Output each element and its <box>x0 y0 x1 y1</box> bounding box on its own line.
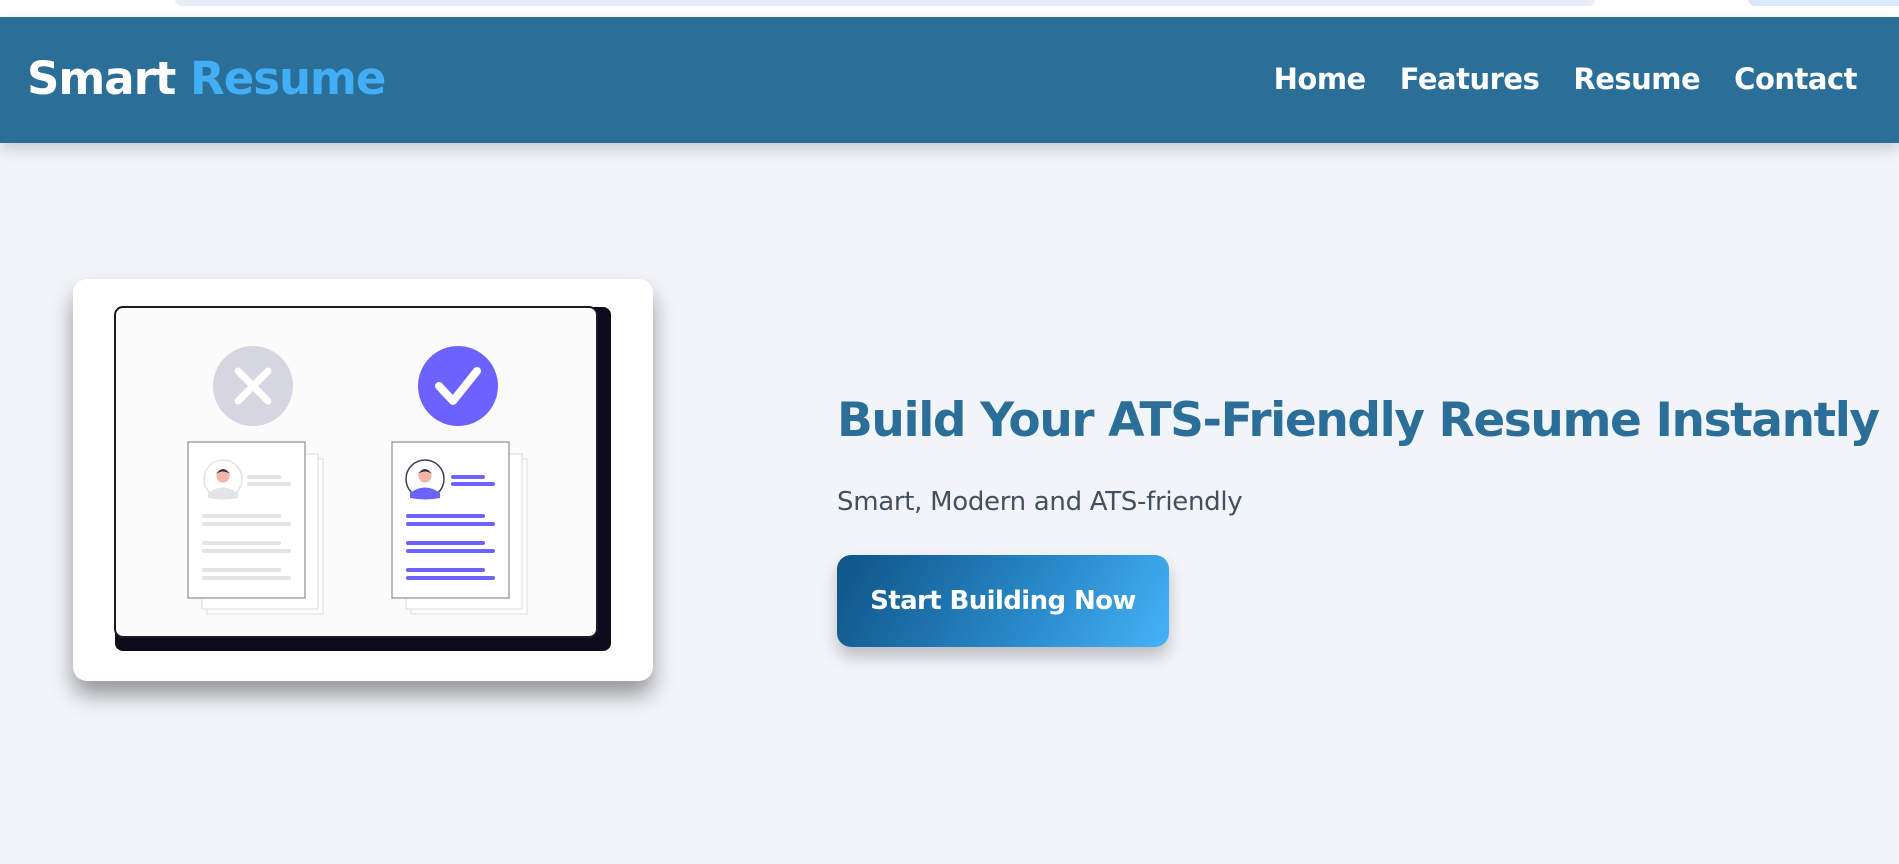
nav-home-link[interactable]: Home <box>1274 61 1367 97</box>
ats-comparison-illustration <box>114 306 611 651</box>
logo-text-resume: Resume <box>190 52 386 105</box>
browser-button-remnant <box>1748 0 1899 6</box>
logo-text-smart: Smart <box>27 52 176 105</box>
nav-features-link[interactable]: Features <box>1400 61 1540 97</box>
main-nav: Home Features Resume Contact <box>1274 61 1858 97</box>
checkmark-icon <box>418 346 498 426</box>
site-header: Smart Resume Home Features Resume Contac… <box>0 17 1899 143</box>
address-bar-remnant <box>175 0 1595 6</box>
hero-subtitle: Smart, Modern and ATS-friendly <box>837 487 1243 517</box>
browser-top-strip <box>0 0 1899 17</box>
nav-resume-link[interactable]: Resume <box>1573 61 1700 97</box>
left-resume-page <box>187 441 306 599</box>
right-resume-page <box>391 441 510 599</box>
site-logo[interactable]: Smart Resume <box>27 51 386 107</box>
hero-illustration-card <box>73 279 653 681</box>
hero-title: Build Your ATS-Friendly Resume Instantly <box>837 393 1880 448</box>
nav-contact-link[interactable]: Contact <box>1734 61 1857 97</box>
start-building-button[interactable]: Start Building Now <box>837 555 1169 647</box>
